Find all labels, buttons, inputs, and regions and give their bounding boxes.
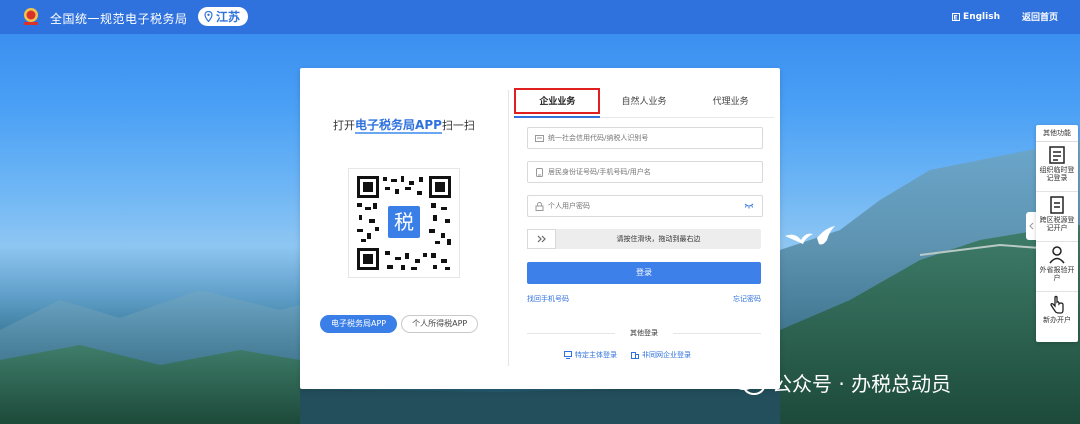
credit-code-input[interactable] (548, 134, 728, 142)
language-icon: E (952, 12, 961, 21)
qr-code-image: 税 (348, 168, 460, 278)
wechat-icon (731, 368, 765, 395)
non-network-login-link[interactable]: 非同网企业登录 (631, 350, 691, 360)
user-id-field[interactable] (527, 161, 763, 183)
lock-icon (535, 201, 544, 211)
tab-individual[interactable]: 自然人业务 (601, 88, 688, 116)
red-highlight-box (514, 88, 600, 114)
user-id-input[interactable] (548, 168, 728, 176)
scan-instruction: 打开电子税务局APP扫一扫 (300, 116, 508, 134)
sidebar-item-label: 跨区税源登记开户 (1039, 216, 1075, 232)
sidebar-title: 其他功能 (1036, 125, 1078, 142)
site-title: 全国统一规范电子税务局 (50, 12, 188, 26)
scan-app-name: 电子税务局APP (355, 118, 442, 134)
other-functions-sidebar: 其他功能 组织临时登记登录 跨区税源登记开户 外省报验开户 新办开户 (1036, 125, 1078, 342)
forgot-password-link[interactable]: 忘记密码 (733, 294, 761, 304)
language-switch[interactable]: E English (952, 10, 1000, 23)
hide-password-icon[interactable] (744, 202, 754, 209)
password-field[interactable] (527, 195, 763, 217)
location-pin-icon (204, 11, 213, 22)
sidebar-item-label: 组织临时登记登录 (1039, 166, 1075, 182)
language-label: English (963, 11, 1000, 22)
id-card-icon (535, 134, 544, 142)
login-button[interactable]: 登录 (527, 262, 761, 284)
other-login-title: 其他登录 (527, 328, 761, 338)
hand-pointer-icon (1050, 295, 1064, 314)
slide-instruction: 请按住滑块，拖动到最右边 (616, 235, 701, 243)
home-link[interactable]: 返回首页 (1022, 10, 1058, 23)
app-tab-iit[interactable]: 个人所得税APP (401, 315, 479, 333)
building-icon (631, 352, 639, 359)
app-tab-etax[interactable]: 电子税务局APP (320, 315, 398, 333)
app-selector: 电子税务局APP 个人所得税APP (320, 315, 479, 333)
tax-bureau-logo-icon[interactable] (20, 6, 42, 28)
sidebar-item-label: 新办开户 (1043, 316, 1071, 324)
active-tab-indicator (514, 116, 600, 118)
non-network-login-label: 非同网企业登录 (642, 351, 691, 359)
sidebar-item-temp-registration[interactable]: 组织临时登记登录 (1036, 142, 1078, 192)
monitor-icon (564, 351, 572, 359)
tab-agent[interactable]: 代理业务 (687, 88, 774, 116)
svg-text:E: E (954, 14, 958, 21)
sidebar-item-new-account[interactable]: 新办开户 (1036, 292, 1078, 342)
phone-icon (536, 167, 543, 177)
qr-login-panel: 打开电子税务局APP扫一扫 税 电子税务局APP 个人所得税APP (300, 68, 508, 389)
document-list-icon (1049, 146, 1065, 164)
other-login-links: 特定主体登录 非同网企业登录 (564, 350, 691, 360)
region-label: 江苏 (216, 10, 241, 24)
person-icon (1049, 246, 1065, 264)
password-input[interactable] (548, 202, 728, 210)
top-navigation-bar: 全国统一规范电子税务局 江苏 E English 返回首页 (0, 0, 1080, 34)
sidebar-item-cross-region[interactable]: 跨区税源登记开户 (1036, 192, 1078, 242)
login-card: 打开电子税务局APP扫一扫 税 电子税务局APP 个人所得税APP 企业业务 自… (300, 68, 780, 389)
find-phone-link[interactable]: 找回手机号码 (527, 294, 569, 304)
document-icon (1050, 196, 1064, 214)
bird-graphic (785, 226, 835, 245)
slide-handle[interactable] (527, 229, 556, 249)
region-selector[interactable]: 江苏 (198, 7, 249, 26)
double-chevron-right-icon (537, 235, 546, 243)
sidebar-collapse-tab[interactable] (1026, 212, 1036, 240)
watermark: 公众号 · 办税总动员 (730, 367, 951, 397)
specific-entity-login-link[interactable]: 特定主体登录 (564, 350, 617, 360)
credit-code-field[interactable] (527, 127, 763, 149)
qr-center-logo: 税 (394, 210, 414, 234)
scan-suffix: 扫一扫 (441, 119, 475, 132)
specific-entity-login-label: 特定主体登录 (575, 351, 617, 359)
sidebar-item-label: 外省报验开户 (1039, 266, 1075, 282)
account-login-panel: 企业业务 自然人业务 代理业务 请按住滑块，拖动到最右边 登录 找回手机号码 (514, 68, 780, 389)
scan-prefix: 打开 (333, 119, 356, 132)
slide-verify: 请按住滑块，拖动到最右边 (527, 229, 761, 249)
watermark-text: 公众号 · 办税总动员 (772, 371, 952, 396)
panel-divider (508, 90, 509, 366)
chevron-left-icon (1028, 222, 1033, 230)
sidebar-item-out-province[interactable]: 外省报验开户 (1036, 242, 1078, 292)
